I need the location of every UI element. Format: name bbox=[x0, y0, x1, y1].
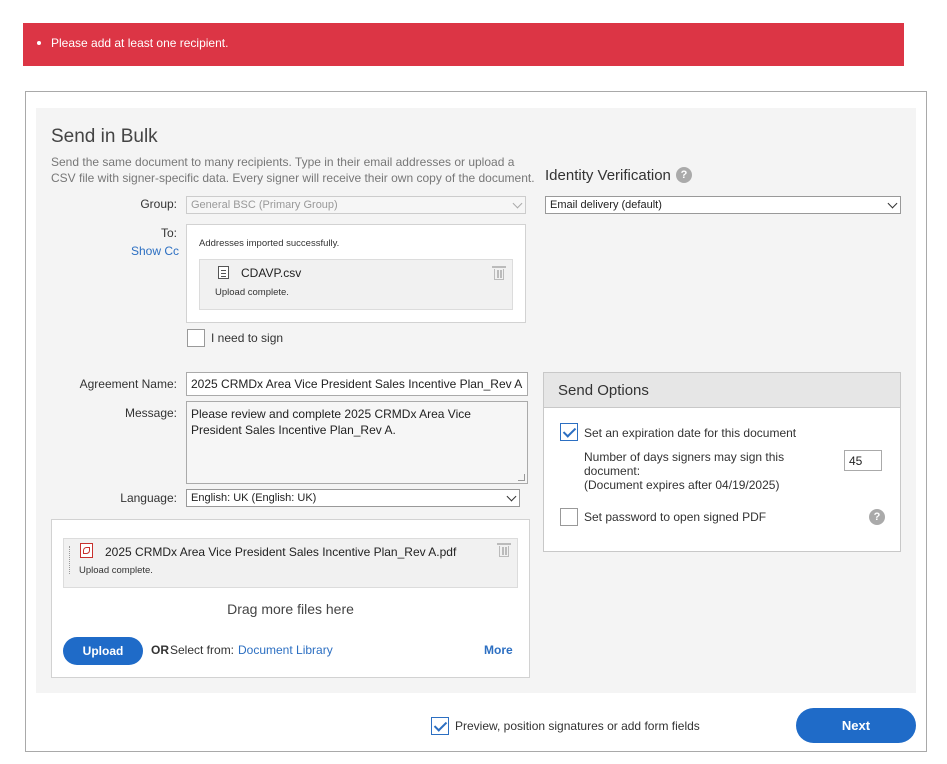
password-checkbox[interactable] bbox=[560, 508, 578, 526]
password-label: Set password to open signed PDF bbox=[584, 510, 767, 524]
chevron-down-icon bbox=[887, 198, 898, 209]
document-icon bbox=[218, 266, 229, 279]
language-label: Language: bbox=[120, 491, 177, 505]
message-label: Message: bbox=[124, 406, 177, 420]
language-select[interactable]: English: UK (English: UK) bbox=[186, 489, 520, 507]
identity-select[interactable]: Email delivery (default) bbox=[545, 196, 901, 214]
days-label-line-1: Number of days signers may sign this bbox=[584, 450, 785, 464]
or-label: OR bbox=[151, 643, 169, 657]
days-input[interactable]: 45 bbox=[844, 450, 882, 471]
next-button[interactable]: Next bbox=[796, 708, 916, 743]
days-label: Number of days signers may sign this doc… bbox=[584, 450, 784, 492]
agreement-name-label: Agreement Name: bbox=[79, 377, 177, 391]
help-icon[interactable]: ? bbox=[676, 167, 692, 183]
upload-button[interactable]: Upload bbox=[63, 637, 143, 665]
identity-title: Identity Verification bbox=[545, 167, 671, 184]
agreement-name-input[interactable]: 2025 CRMDx Area Vice President Sales Inc… bbox=[186, 372, 528, 396]
i-need-to-sign-label: I need to sign bbox=[211, 331, 284, 345]
pdf-icon bbox=[80, 543, 93, 558]
csv-file-name: CDAVP.csv bbox=[241, 266, 302, 280]
csv-file-status: Upload complete. bbox=[215, 287, 289, 298]
group-select[interactable]: General BSC (Primary Group) bbox=[186, 196, 526, 214]
expiration-label: Set an expiration date for this document bbox=[584, 426, 797, 440]
show-cc-link[interactable]: Show Cc bbox=[131, 244, 179, 258]
send-options-title: Send Options bbox=[544, 373, 900, 408]
identity-select-value: Email delivery (default) bbox=[550, 199, 662, 211]
preview-label: Preview, position signatures or add form… bbox=[455, 719, 700, 733]
expiration-checkbox[interactable] bbox=[560, 423, 578, 441]
more-link[interactable]: More bbox=[484, 643, 513, 657]
page-description: Send the same document to many recipient… bbox=[51, 155, 535, 185]
group-select-value: General BSC (Primary Group) bbox=[191, 199, 338, 211]
import-status: Addresses imported successfully. bbox=[199, 238, 340, 249]
i-need-to-sign-checkbox[interactable] bbox=[187, 329, 205, 347]
bullet-icon bbox=[37, 40, 41, 45]
select-from-label: Select from: bbox=[170, 643, 235, 657]
language-select-value: English: UK (English: UK) bbox=[191, 492, 317, 504]
chevron-down-icon bbox=[506, 491, 517, 502]
drag-more-text: Drag more files here bbox=[227, 601, 354, 617]
preview-checkbox[interactable] bbox=[431, 717, 449, 735]
document-file-name: 2025 CRMDx Area Vice President Sales Inc… bbox=[105, 545, 457, 559]
delete-document-icon[interactable] bbox=[497, 543, 511, 557]
chevron-down-icon bbox=[512, 198, 523, 209]
days-label-line-2: document: bbox=[584, 464, 641, 478]
to-label: To: bbox=[160, 226, 177, 240]
page-title: Send in Bulk bbox=[51, 126, 158, 147]
days-expires-note: (Document expires after 04/19/2025) bbox=[584, 478, 780, 492]
delete-csv-icon[interactable] bbox=[492, 266, 506, 280]
resize-handle-icon[interactable] bbox=[518, 474, 525, 481]
help-icon[interactable]: ? bbox=[869, 509, 885, 525]
alert-message: Please add at least one recipient. bbox=[51, 36, 229, 50]
message-textarea[interactable]: Please review and complete 2025 CRMDx Ar… bbox=[186, 401, 528, 484]
error-alert: Please add at least one recipient. bbox=[23, 23, 904, 66]
document-file-status: Upload complete. bbox=[79, 565, 153, 576]
group-label: Group: bbox=[140, 197, 177, 211]
drag-handle-icon[interactable] bbox=[69, 546, 71, 574]
document-library-link[interactable]: Document Library bbox=[238, 643, 333, 657]
